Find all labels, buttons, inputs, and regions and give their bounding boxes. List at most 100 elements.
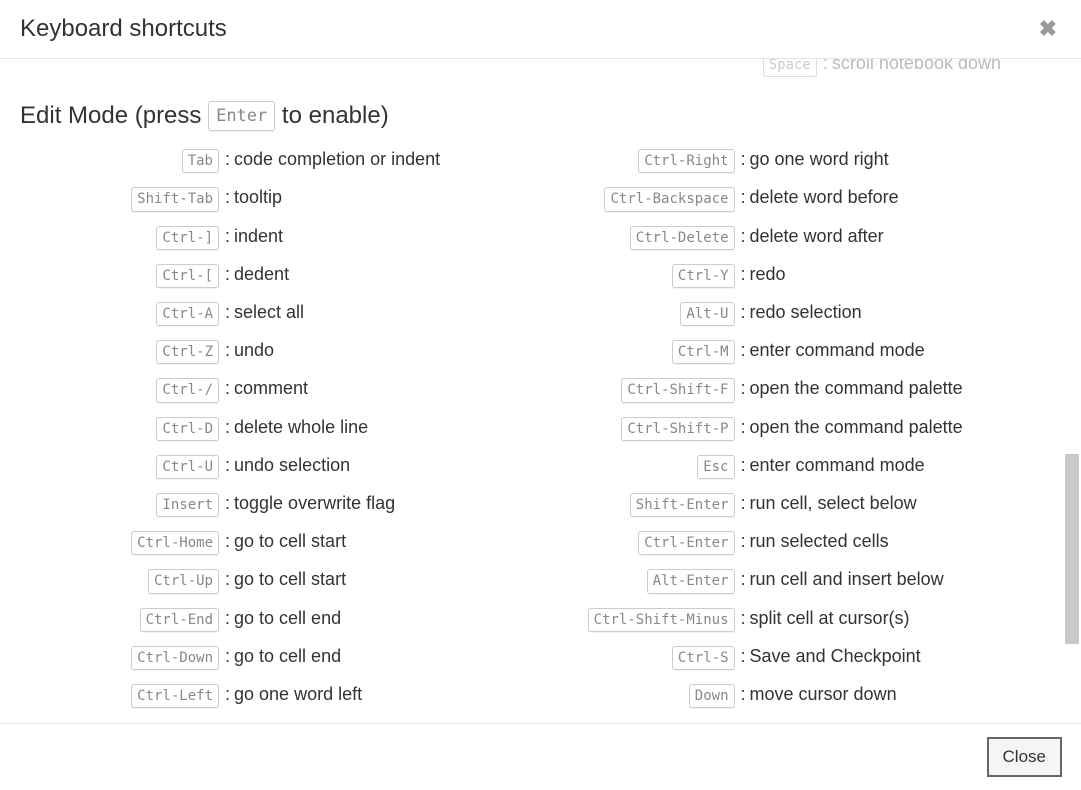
shortcut-row: Ctrl-Home:go to cell start [0,531,531,555]
shortcut-row: Ctrl-Down:go to cell end [0,646,531,670]
shortcut-row: Tab:code completion or indent [0,149,531,173]
shortcut-description: open the command palette [750,378,963,399]
shortcut-key: Tab [182,149,219,173]
shortcut-key: Ctrl-Shift-P [621,417,734,441]
shortcut-description: split cell at cursor(s) [750,608,910,629]
edit-mode-heading: Edit Mode (press Enter to enable) [20,101,1061,131]
shortcut-description: open the command palette [750,417,963,438]
shortcut-description: indent [234,226,283,247]
previous-section-tail: Space : scroll notebook down [0,59,1061,77]
close-button[interactable]: Close [988,738,1061,776]
shortcut-description: go to cell end [234,646,341,667]
shortcut-key: Esc [697,455,734,479]
shortcut-row: Ctrl-End:go to cell end [0,608,531,632]
shortcut-key: Ctrl-U [156,455,219,479]
shortcut-key: Ctrl-Shift-F [621,378,734,402]
shortcut-row: Esc:enter command mode [531,455,1002,479]
shortcut-description: go to cell end [234,608,341,629]
shortcut-row: Alt-U:redo selection [531,302,1002,326]
shortcut-row: Ctrl-Y:redo [531,264,1002,288]
shortcut-key: Ctrl-A [156,302,219,326]
shortcut-row: Ctrl-M:enter command mode [531,340,1002,364]
shortcut-description: enter command mode [750,340,925,361]
shortcut-row: Insert:toggle overwrite flag [0,493,531,517]
shortcut-row: Down:move cursor down [531,684,1002,708]
shortcuts-column-left: Tab:code completion or indentShift-Tab:t… [0,149,531,722]
shortcut-row: Ctrl-[:dedent [0,264,531,288]
shortcut-description: Save and Checkpoint [750,646,921,667]
modal-body[interactable]: Space : scroll notebook down Edit Mode (… [0,59,1081,724]
shortcut-row: Ctrl-Enter:run selected cells [531,531,1002,555]
shortcut-row: Ctrl-A:select all [0,302,531,326]
shortcut-key: Ctrl-Z [156,340,219,364]
shortcut-key: Ctrl-Home [131,531,219,555]
shortcut-description: run cell and insert below [750,569,944,590]
shortcut-key: Shift-Enter [630,493,735,517]
shortcut-key: Alt-Enter [647,569,735,593]
shortcut-row: Ctrl-]:indent [0,226,531,250]
shortcut-row: Ctrl-Up:go to cell start [0,569,531,593]
enter-key: Enter [208,101,275,131]
shortcut-key: Ctrl-Y [672,264,735,288]
shortcut-description: dedent [234,264,289,285]
heading-suffix: to enable) [275,102,388,129]
shortcut-key: Shift-Tab [131,187,219,211]
shortcut-key: Insert [156,493,219,517]
shortcut-row: Ctrl-D:delete whole line [0,417,531,441]
shortcut-description: redo [750,264,786,285]
shortcuts-columns: Tab:code completion or indentShift-Tab:t… [0,149,1061,722]
shortcut-description: code completion or indent [234,149,440,170]
shortcut-row: Shift-Enter:run cell, select below [531,493,1002,517]
shortcut-row: Ctrl-S:Save and Checkpoint [531,646,1002,670]
shortcut-description: undo selection [234,455,350,476]
heading-prefix: Edit Mode (press [20,102,208,129]
shortcut-description: delete whole line [234,417,368,438]
shortcut-description: go to cell start [234,569,346,590]
shortcut-key: Ctrl-[ [156,264,219,288]
shortcut-row: Ctrl-Backspace:delete word before [531,187,1002,211]
shortcut-key: Ctrl-Enter [638,531,734,555]
shortcut-row: Ctrl-Left:go one word left [0,684,531,708]
shortcut-row: Ctrl-Right:go one word right [531,149,1002,173]
shortcut-description: enter command mode [750,455,925,476]
keyboard-shortcuts-modal: Keyboard shortcuts ✖ Space : scroll note… [0,0,1081,790]
shortcut-description: delete word after [750,226,884,247]
shortcut-key: Ctrl-Right [638,149,734,173]
shortcut-row: Ctrl-Z:undo [0,340,531,364]
shortcut-key: Space [763,59,817,77]
shortcut-row: Ctrl-Shift-P:open the command palette [531,417,1002,441]
shortcut-key: Ctrl-] [156,226,219,250]
shortcut-description: redo selection [750,302,862,323]
shortcut-description: go one word right [750,149,889,170]
shortcut-key: Ctrl-D [156,417,219,441]
shortcut-description: move cursor down [750,684,897,705]
modal-footer: Close [0,724,1081,790]
shortcut-key: Ctrl-Shift-Minus [588,608,735,632]
shortcut-key: Down [689,684,735,708]
shortcut-key: Ctrl-S [672,646,735,670]
shortcut-description: delete word before [750,187,899,208]
shortcut-row: Ctrl-Shift-Minus:split cell at cursor(s) [531,608,1002,632]
modal-header: Keyboard shortcuts ✖ [0,0,1081,59]
shortcut-description: toggle overwrite flag [234,493,395,514]
shortcut-key: Ctrl-Backspace [604,187,734,211]
shortcut-description: run cell, select below [750,493,917,514]
shortcut-description: scroll notebook down [832,59,1001,74]
shortcut-row: Ctrl-Shift-F:open the command palette [531,378,1002,402]
shortcut-row: Alt-Enter:run cell and insert below [531,569,1002,593]
shortcut-description: select all [234,302,304,323]
shortcut-description: go to cell start [234,531,346,552]
scrollbar-thumb[interactable] [1065,454,1079,644]
close-icon[interactable]: ✖ [1035,18,1061,40]
shortcut-row: Ctrl-/:comment [0,378,531,402]
shortcut-key: Ctrl-Left [131,684,219,708]
shortcut-description: tooltip [234,187,282,208]
shortcut-description: run selected cells [750,531,889,552]
shortcut-row: Ctrl-U:undo selection [0,455,531,479]
shortcut-description: undo [234,340,274,361]
shortcut-key: Alt-U [680,302,734,326]
shortcut-key: Ctrl-/ [156,378,219,402]
shortcut-row: Ctrl-Delete:delete word after [531,226,1002,250]
shortcut-key: Ctrl-M [672,340,735,364]
modal-title: Keyboard shortcuts [20,15,227,43]
